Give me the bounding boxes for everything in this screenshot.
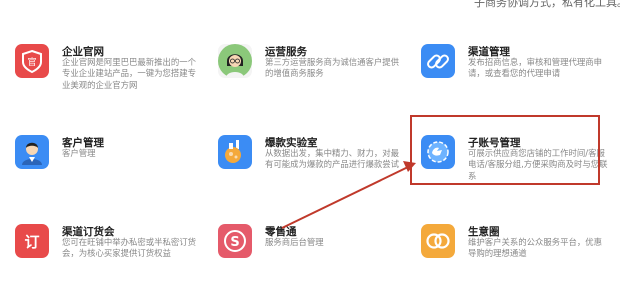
app-card-channel-order-fair[interactable]: 订 渠道订货会 您可在旺铺中举办私密或半私密订货会，为核心买家提供订货权益 [15, 224, 205, 294]
customer-avatar-icon [15, 135, 49, 169]
app-card-hot-product-lab[interactable]: 爆款实验室 从数据出发，集中精力、财力，对最有可能成为爆款的产品进行爆款尝试 [218, 135, 408, 205]
official-site-icon: 官 [15, 44, 49, 78]
svg-text:S: S [230, 235, 239, 250]
retail-s-icon: S [218, 224, 252, 258]
business-circle-icon [421, 224, 455, 258]
app-card-business-circle[interactable]: 生意圈 维护客户关系的公众服务平台，优惠导购的理想通道 [421, 224, 611, 294]
app-card-channel-management[interactable]: 渠道管理 发布招商信息，审核和管理代理商申请，或查看您的代理申请 [421, 44, 611, 114]
highlight-box [410, 115, 600, 185]
card-desc: 客户管理 [62, 148, 96, 158]
app-card-customer-management[interactable]: 客户管理 客户管理 [15, 135, 205, 205]
app-card-retail-link[interactable]: S 零售通 服务商后台管理 [218, 224, 408, 294]
card-desc: 发布招商信息，审核和管理代理商申请，或查看您的代理申请 [468, 57, 602, 79]
lab-flask-icon [218, 135, 252, 169]
svg-text:官: 官 [27, 56, 36, 68]
card-desc: 企业官网是阿里巴巴最新推出的一个专业企业建站产品，一键为您搭建专业美观的企业官方… [62, 57, 196, 90]
app-card-official-site[interactable]: 官 企业官网 企业官网是阿里巴巴最新推出的一个专业企业建站产品，一键为您搭建专业… [15, 44, 205, 114]
app-card-operator-service[interactable]: 运营服务 第三方运营服务商为诚信通客户提供的增值商务服务 [218, 44, 408, 114]
card-desc: 从数据出发，集中精力、财力，对最有可能成为爆款的产品进行爆款尝试 [265, 148, 399, 170]
card-desc: 第三方运营服务商为诚信通客户提供的增值商务服务 [265, 57, 399, 79]
operator-avatar-icon [218, 44, 252, 78]
svg-text:订: 订 [24, 233, 39, 251]
card-desc: 维护客户关系的公众服务平台，优惠导购的理想通道 [468, 237, 602, 259]
order-fair-icon: 订 [15, 224, 49, 258]
card-desc: 服务商后台管理 [265, 237, 324, 247]
card-desc: 您可在旺铺中举办私密或半私密订货会，为核心买家提供订货权益 [62, 237, 196, 259]
channel-link-icon [421, 44, 455, 78]
top-cropped-text: 子商务协调方式，私有化工具。 [474, 0, 620, 9]
